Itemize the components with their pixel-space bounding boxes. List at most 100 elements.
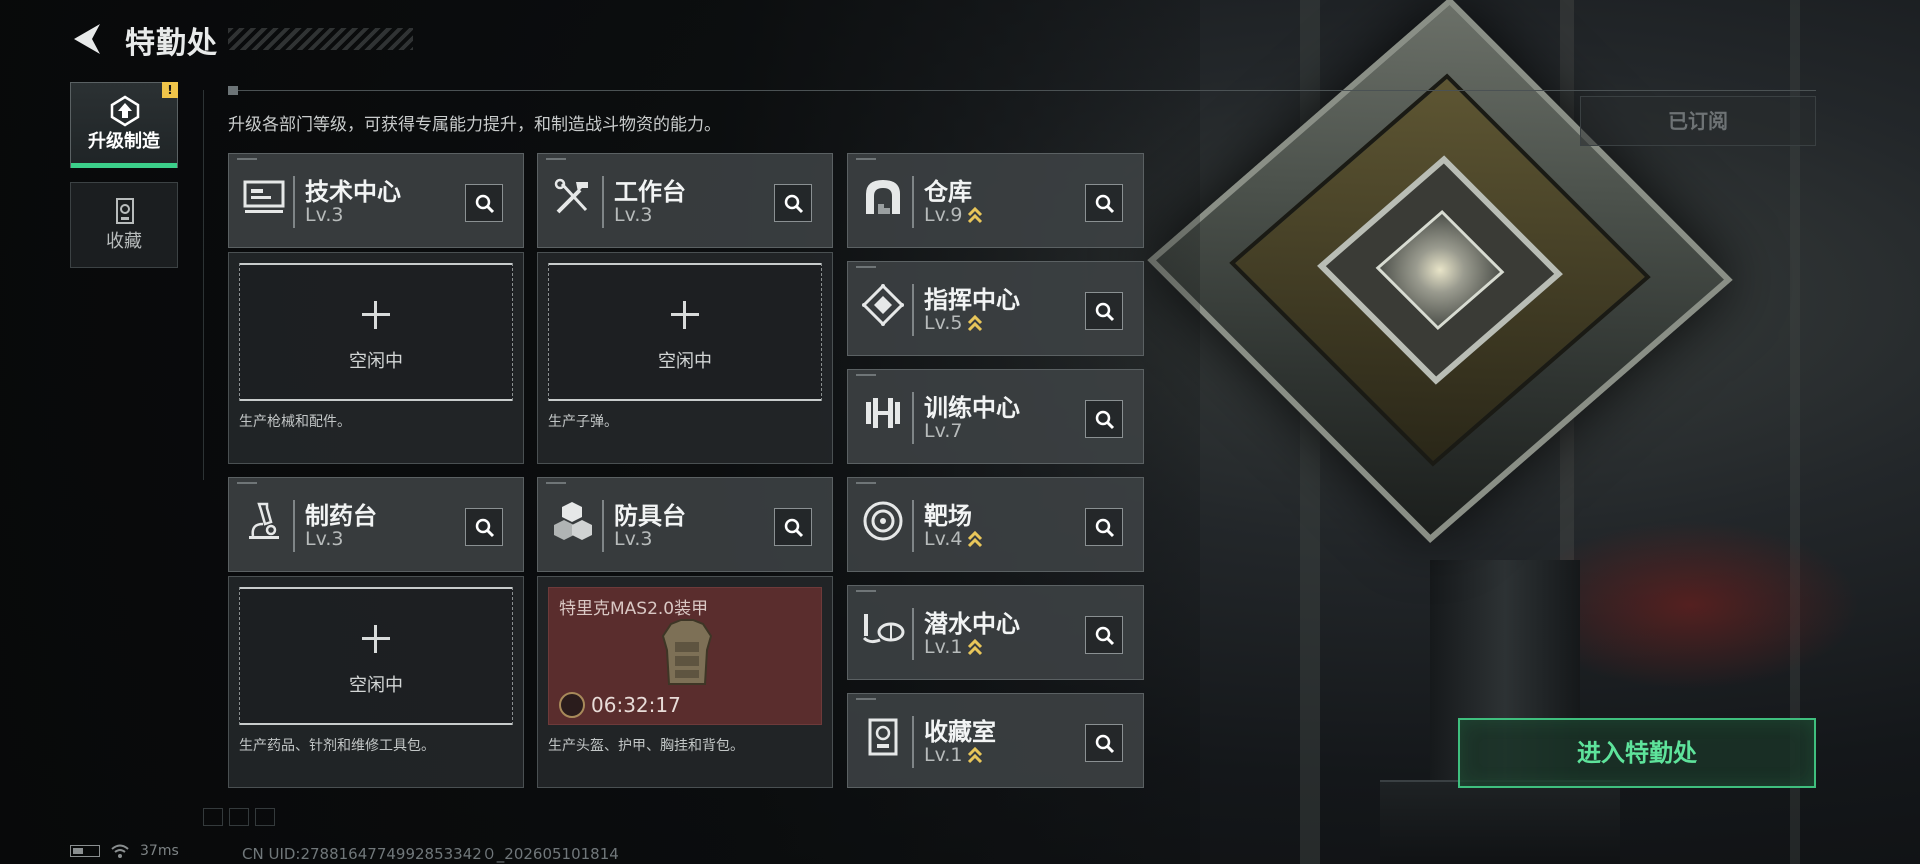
card-tech-center[interactable]: 技术中心 Lv.3 <box>228 153 524 248</box>
search-icon <box>1095 626 1115 646</box>
tech-center-production-panel: 空闲中 生产枪械和配件。 <box>228 252 524 464</box>
department-level: Lv.3 <box>614 528 653 550</box>
slot-status: 空闲中 <box>349 675 403 696</box>
crafting-slot[interactable]: 特里克MAS2.0装甲 06:32:17 <box>548 587 822 725</box>
page-description: 升级各部门等级，可获得专属能力提升，和制造战斗物资的能力。 <box>228 115 721 135</box>
dumbbell-icon <box>866 398 900 428</box>
magnify-button[interactable] <box>774 508 812 546</box>
back-arrow-icon[interactable] <box>70 22 104 56</box>
trophy-icon <box>868 718 898 756</box>
department-name: 指挥中心 <box>924 286 1020 314</box>
department-level: Lv.7 <box>924 420 963 442</box>
empty-production-slot[interactable]: 空闲中 <box>239 587 513 725</box>
header: 特勤处 <box>0 0 1920 80</box>
card-diving-center[interactable]: 潜水中心 Lv.1 <box>847 585 1144 680</box>
department-level: Lv.3 <box>614 204 653 226</box>
battery-icon <box>70 845 100 857</box>
department-name: 技术中心 <box>305 178 401 206</box>
search-icon <box>1095 194 1115 214</box>
department-level: Lv.3 <box>305 204 344 226</box>
department-name: 防具台 <box>614 502 686 530</box>
nav-collection[interactable]: 收藏 <box>70 182 178 268</box>
department-level: Lv.9 <box>924 204 983 226</box>
card-shooting-range[interactable]: 靶场 Lv.4 <box>847 477 1144 572</box>
user-uid: CN UID:2788164774992853342０_202605101814 <box>242 845 619 863</box>
card-training-center[interactable]: 训练中心 Lv.7 <box>847 369 1144 464</box>
microscope-icon <box>249 502 279 539</box>
department-name: 制药台 <box>305 502 377 530</box>
tools-icon <box>554 178 588 214</box>
magnify-button[interactable] <box>774 184 812 222</box>
computer-icon <box>243 180 285 213</box>
department-level: Lv.1 <box>924 636 983 658</box>
diving-mask-icon <box>862 614 905 644</box>
divider <box>203 90 204 480</box>
divider <box>228 90 1816 91</box>
card-workbench[interactable]: 工作台 Lv.3 <box>537 153 833 248</box>
search-icon <box>475 518 495 538</box>
magnify-button[interactable] <box>1085 292 1123 330</box>
chip-icon <box>861 283 905 327</box>
department-name: 训练中心 <box>924 394 1020 422</box>
upgrade-chevron-icon <box>968 746 983 764</box>
target-icon <box>863 501 903 541</box>
department-name: 收藏室 <box>924 718 996 746</box>
magnify-button[interactable] <box>1085 616 1123 654</box>
subscribed-button[interactable]: 已订阅 <box>1580 96 1816 146</box>
enter-special-ops-button[interactable]: 进入特勤处 <box>1458 718 1816 788</box>
wrench-icon <box>559 692 585 718</box>
wifi-icon <box>111 844 129 858</box>
department-level: Lv.5 <box>924 312 983 334</box>
upgrade-chevron-icon <box>968 530 983 548</box>
footer-decoration <box>203 808 283 826</box>
production-description: 生产头盔、护甲、胸挂和背包。 <box>548 738 744 754</box>
upgrade-icon <box>110 95 140 127</box>
plus-icon <box>362 625 390 653</box>
cubes-icon <box>554 502 592 540</box>
search-icon <box>475 194 495 214</box>
search-icon <box>1095 518 1115 538</box>
department-name: 仓库 <box>924 178 972 206</box>
department-name: 工作台 <box>614 178 686 206</box>
nav-upgrade-craft[interactable]: ! 升级制造 <box>70 82 178 168</box>
magnify-button[interactable] <box>1085 184 1123 222</box>
production-description: 生产子弹。 <box>548 414 618 430</box>
card-collection-room[interactable]: 收藏室 Lv.1 <box>847 693 1144 788</box>
search-icon <box>1095 302 1115 322</box>
page-title: 特勤处 <box>125 26 218 61</box>
upgrade-chevron-icon <box>968 314 983 332</box>
empty-production-slot[interactable]: 空闲中 <box>239 263 513 401</box>
ping-value: 37ms <box>140 843 179 859</box>
magnify-button[interactable] <box>465 508 503 546</box>
search-icon <box>784 194 804 214</box>
timer-value: 06:32:17 <box>591 693 681 717</box>
armor-production-panel: 特里克MAS2.0装甲 06:32:17 生产头盔、护甲、胸挂和背包。 <box>537 576 833 788</box>
nav-label: 收藏 <box>106 231 142 252</box>
magnify-button[interactable] <box>465 184 503 222</box>
status-bar: 37ms <box>70 843 179 859</box>
card-pharmacy[interactable]: 制药台 Lv.3 <box>228 477 524 572</box>
warehouse-icon <box>866 180 900 214</box>
slot-status: 空闲中 <box>658 351 712 372</box>
department-level: Lv.3 <box>305 528 344 550</box>
alert-badge: ! <box>162 82 178 98</box>
search-icon <box>1095 410 1115 430</box>
title-decoration <box>228 28 413 50</box>
body-armor-icon <box>661 619 713 685</box>
department-level: Lv.1 <box>924 744 983 766</box>
nav-label: 升级制造 <box>88 131 160 152</box>
search-icon <box>1095 734 1115 754</box>
magnify-button[interactable] <box>1085 508 1123 546</box>
card-warehouse[interactable]: 仓库 Lv.9 <box>847 153 1144 248</box>
card-armor-bench[interactable]: 防具台 Lv.3 <box>537 477 833 572</box>
department-name: 靶场 <box>924 502 972 530</box>
trophy-icon <box>116 198 134 224</box>
production-description: 生产枪械和配件。 <box>239 414 351 430</box>
cube-structure-image <box>1147 0 1733 543</box>
card-command-center[interactable]: 指挥中心 Lv.5 <box>847 261 1144 356</box>
divider-cap <box>228 86 238 95</box>
empty-production-slot[interactable]: 空闲中 <box>548 263 822 401</box>
magnify-button[interactable] <box>1085 400 1123 438</box>
department-level: Lv.4 <box>924 528 983 550</box>
magnify-button[interactable] <box>1085 724 1123 762</box>
